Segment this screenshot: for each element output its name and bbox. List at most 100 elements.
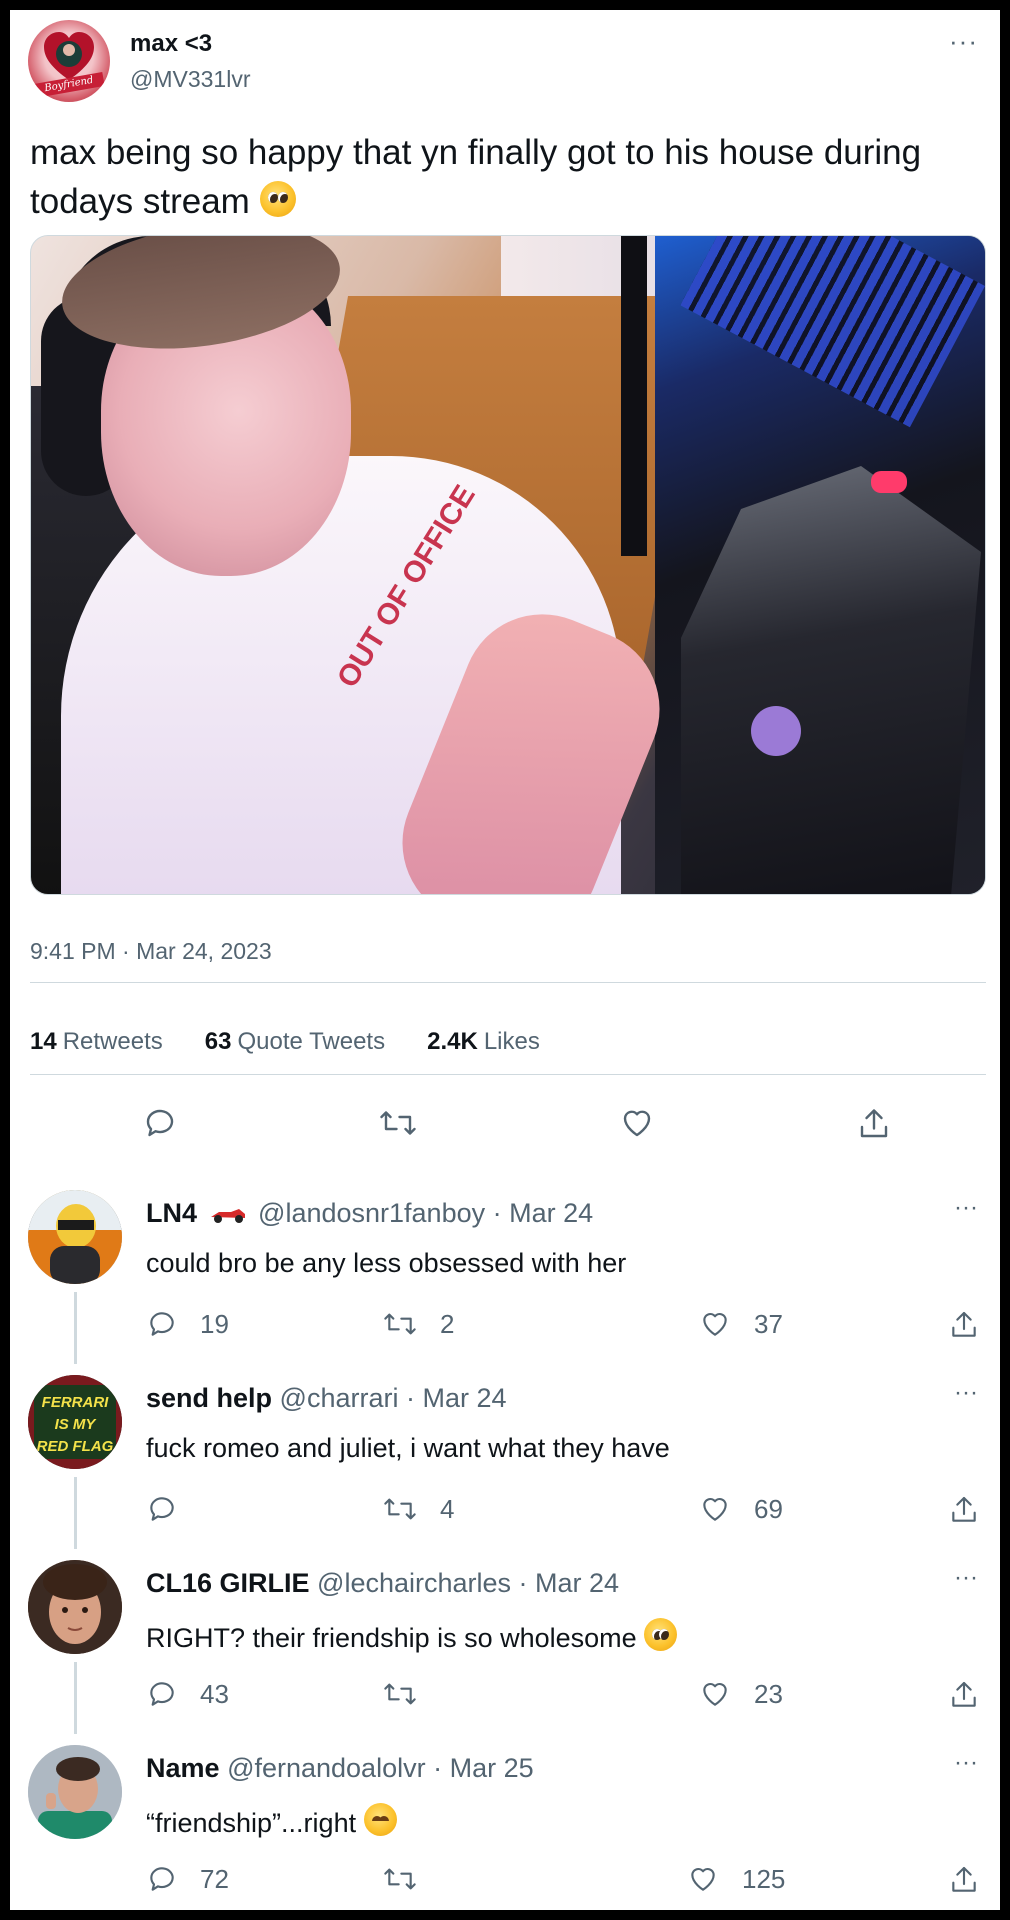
more-options-icon[interactable]: ··· [954,1194,978,1222]
reply-count: 43 [200,1678,229,1709]
media-desk-leg [621,236,647,556]
like-button[interactable]: 23 [698,1678,783,1710]
avatar-line-3: RED FLAG [37,1438,114,1455]
tweet-text-content: max being so happy that yn finally got t… [30,133,922,221]
like-button[interactable]: 125 [686,1863,785,1895]
share-icon [952,1866,976,1892]
like-icon [703,1682,727,1706]
likes-label: Likes [483,1028,540,1055]
more-options-icon[interactable]: ··· [949,26,978,57]
share-button[interactable] [948,1678,980,1712]
reply-author-name[interactable]: send help [146,1383,272,1413]
helmet-avatar-icon [28,1190,122,1284]
reply-text-content: RIGHT? their friendship is so wholesome [146,1623,637,1653]
like-icon [703,1312,727,1336]
retweet-icon [384,1683,416,1705]
reply-actions: 72 125 [146,1863,980,1903]
smiling-face-emoji-icon [363,1803,397,1836]
reply-count: 19 [200,1308,229,1339]
reply-icon [150,1497,174,1521]
quotes-count: 63 [204,1028,232,1055]
like-count: 37 [754,1308,783,1339]
retweet-count: 4 [440,1493,455,1524]
reply-handle-date[interactable]: @landosnr1fanboy · Mar 24 [258,1198,593,1228]
tweet-actions [30,1105,986,1155]
reply-handle-date[interactable]: @fernandoalolvr · Mar 25 [227,1753,534,1783]
reply-handle-date[interactable]: @lechaircharles · Mar 24 [317,1568,619,1598]
reply-header: send help @charrari · Mar 24 [146,1383,507,1414]
share-icon[interactable] [856,1105,892,1143]
retweet-icon [384,1498,416,1520]
author-name[interactable]: max <3 [130,30,212,58]
reply-handle-date[interactable]: @charrari · Mar 24 [280,1383,507,1413]
reply-icon [150,1312,174,1336]
like-count: 125 [742,1863,786,1894]
author-avatar[interactable]: Boyfriend [28,20,110,102]
reply-icon [150,1867,174,1891]
reply-text: RIGHT? their friendship is so wholesome [146,1618,678,1654]
divider [30,982,986,983]
more-options-icon[interactable]: ··· [954,1564,978,1592]
retweet-icon [384,1868,416,1890]
reply-author-name[interactable]: CL16 GIRLIE [146,1568,310,1598]
reply-actions: 19 2 37 [146,1308,980,1348]
reply-item[interactable]: Name @fernandoalolvr · Mar 25 ··· “frien… [10,1745,1000,1910]
reply-button[interactable]: 19 [146,1308,229,1340]
face-avatar-icon [28,1745,122,1839]
more-options-icon[interactable]: ··· [954,1379,978,1407]
share-icon [952,1496,976,1522]
author-handle[interactable]: @MV331lvr [130,66,251,93]
quotes-label: Quote Tweets [237,1028,386,1055]
retweet-icon [384,1313,416,1335]
share-icon [952,1681,976,1707]
reply-text: could bro be any less obsessed with her [146,1248,627,1278]
retweets-stat[interactable]: 14 Retweets [30,1028,163,1056]
reply-item[interactable]: CL16 GIRLIE @lechaircharles · Mar 24 ···… [10,1560,1000,1745]
tweet-text: max being so happy that yn finally got t… [30,128,990,226]
thread-line [74,1292,77,1364]
more-options-icon[interactable]: ··· [954,1749,978,1777]
reply-author-name[interactable]: Name [146,1753,220,1783]
likes-count: 2.4K [427,1028,478,1055]
like-icon[interactable] [618,1105,656,1141]
like-button[interactable]: 37 [698,1308,783,1340]
reply-button[interactable]: 72 [146,1863,229,1895]
like-icon [691,1867,715,1891]
retweet-button[interactable]: 2 [382,1308,454,1340]
retweet-icon[interactable] [378,1105,418,1141]
reply-actions: 43 23 [146,1678,980,1718]
reply-button[interactable] [146,1493,200,1525]
retweets-label: Retweets [62,1028,163,1055]
reply-text: “friendship”...right [146,1803,397,1839]
reply-header: Name @fernandoalolvr · Mar 25 [146,1753,534,1784]
reply-avatar[interactable] [28,1745,122,1839]
reply-author-name[interactable]: LN4 [146,1198,197,1228]
reply-avatar[interactable]: FERRARI IS MY RED FLAG [28,1375,122,1469]
reply-text: fuck romeo and juliet, i want what they … [146,1433,670,1463]
share-button[interactable] [948,1863,980,1897]
divider [30,1074,986,1075]
tweet-timestamp[interactable]: 9:41 PM · Mar 24, 2023 [30,938,272,965]
likes-stat[interactable]: 2.4K Likes [427,1028,540,1056]
retweets-count: 14 [30,1028,57,1055]
reply-count: 72 [200,1863,229,1894]
tweet-media-image[interactable]: OUT OF OFFICE [30,235,986,895]
media-wheel-knob [751,706,801,756]
reply-avatar[interactable] [28,1560,122,1654]
reply-avatar[interactable] [28,1190,122,1284]
quote-tweets-stat[interactable]: 63 Quote Tweets [205,1028,385,1056]
retweet-button[interactable] [382,1863,440,1895]
pleading-face-emoji-icon [644,1618,678,1651]
retweet-button[interactable]: 4 [382,1493,454,1525]
ferrari-sign-avatar-icon: FERRARI IS MY RED FLAG [28,1375,122,1469]
reply-icon[interactable] [142,1105,178,1141]
reply-button[interactable]: 43 [146,1678,229,1710]
reply-item[interactable]: FERRARI IS MY RED FLAG send help @charra… [10,1375,1000,1560]
media-red-light [871,471,907,493]
reply-item[interactable]: LN4 @landosnr1fanboy · Mar 24 ··· could … [10,1190,1000,1375]
like-button[interactable]: 69 [698,1493,783,1525]
share-button[interactable] [948,1493,980,1527]
tweet-detail-screen: Boyfriend max <3 @MV331lvr ··· max being… [10,10,1000,1910]
share-button[interactable] [948,1308,980,1342]
retweet-button[interactable] [382,1678,440,1710]
